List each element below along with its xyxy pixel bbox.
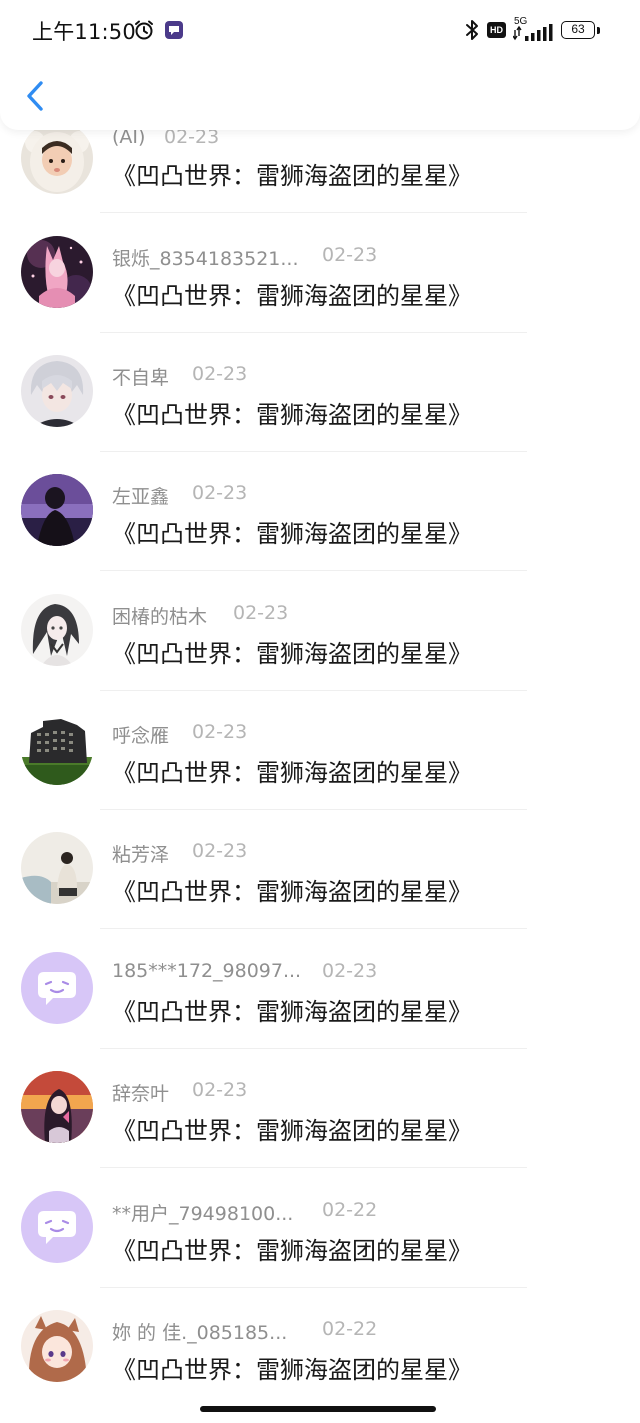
chat-bubble-face-icon (21, 1191, 93, 1263)
user-name[interactable]: **用户_79498100... (112, 1199, 293, 1226)
avatar[interactable] (21, 474, 93, 546)
work-title[interactable]: 《凹凸世界：雷狮海盗团的星星》 (112, 514, 472, 549)
avatar[interactable] (21, 713, 93, 785)
avatar[interactable] (21, 1071, 93, 1143)
alarm-clock-icon (135, 20, 153, 40)
comment-date: 02-22 (322, 1318, 378, 1340)
status-bar: 上午11:50 HD 5G 63 (0, 0, 640, 62)
bluetooth-icon (466, 20, 478, 40)
list-item[interactable]: 困椿的枯木 02-23 《凹凸世界：雷狮海盗团的星星》 (0, 584, 640, 703)
user-name[interactable]: 辞奈叶 (112, 1079, 169, 1106)
comment-date: 02-22 (322, 1199, 378, 1221)
user-name[interactable]: 不自卑 (112, 363, 169, 390)
battery-cap (597, 27, 600, 34)
user-name[interactable]: 左亚鑫 (112, 482, 169, 509)
back-chevron-icon (27, 81, 43, 111)
comment-date: 02-23 (322, 960, 378, 982)
avatar[interactable] (21, 236, 93, 308)
work-title[interactable]: 《凹凸世界：雷狮海盗团的星星》 (112, 634, 472, 669)
list-item[interactable]: 银烁_8354183521... 02-23 《凹凸世界：雷狮海盗团的星星》 (0, 226, 640, 345)
work-title[interactable]: 《凹凸世界：雷狮海盗团的星星》 (112, 1231, 472, 1266)
comment-date: 02-23 (192, 721, 248, 743)
list-item[interactable]: 左亚鑫 02-23 《凹凸世界：雷狮海盗团的星星》 (0, 464, 640, 583)
work-title[interactable]: 《凹凸世界：雷狮海盗团的星星》 (112, 276, 472, 311)
home-indicator[interactable] (200, 1406, 436, 1412)
avatar[interactable] (21, 594, 93, 666)
comment-date: 02-23 (192, 482, 248, 504)
list-item[interactable]: 妳 的 佳._085185... 02-22 《凹凸世界：雷狮海盗团的星星》 (0, 1300, 640, 1419)
work-title[interactable]: 《凹凸世界：雷狮海盗团的星星》 (112, 156, 472, 191)
divider (100, 451, 527, 452)
user-name[interactable]: 妳 的 佳._085185... (112, 1318, 287, 1345)
signal-strength-icon (513, 24, 553, 41)
comment-date: 02-23 (192, 1079, 248, 1101)
avatar[interactable] (21, 122, 93, 194)
avatar[interactable] (21, 1191, 93, 1263)
divider (100, 809, 527, 810)
battery-level: 63 (571, 22, 585, 36)
work-title[interactable]: 《凹凸世界：雷狮海盗团的星星》 (112, 395, 472, 430)
user-name[interactable]: 困椿的枯木 (112, 602, 207, 629)
avatar[interactable] (21, 1310, 93, 1382)
list-item[interactable]: 呼念雁 02-23 《凹凸世界：雷狮海盗团的星星》 (0, 703, 640, 822)
list-item[interactable]: **用户_79498100... 02-22 《凹凸世界：雷狮海盗团的星星》 (0, 1181, 640, 1300)
avatar[interactable] (21, 355, 93, 427)
hd-badge: HD (487, 22, 506, 38)
chat-bubble-face-icon (21, 952, 93, 1024)
work-title[interactable]: 《凹凸世界：雷狮海盗团的星星》 (112, 992, 472, 1027)
list-item[interactable]: 不自卑 02-23 《凹凸世界：雷狮海盗团的星星》 (0, 345, 640, 464)
avatar[interactable] (21, 832, 93, 904)
back-button[interactable] (18, 74, 52, 118)
divider (100, 212, 527, 213)
divider (100, 570, 527, 571)
user-name[interactable]: 185***172_98097... (112, 960, 301, 982)
divider (100, 1287, 527, 1288)
work-title[interactable]: 《凹凸世界：雷狮海盗团的星星》 (112, 872, 472, 907)
comment-date: 02-23 (233, 602, 289, 624)
work-title[interactable]: 《凹凸世界：雷狮海盗团的星星》 (112, 1111, 472, 1146)
list-item[interactable]: 粘芳泽 02-23 《凹凸世界：雷狮海盗团的星星》 (0, 822, 640, 941)
avatar[interactable] (21, 952, 93, 1024)
work-title[interactable]: 《凹凸世界：雷狮海盗团的星星》 (112, 753, 472, 788)
comment-date: 02-23 (322, 244, 378, 266)
user-name[interactable]: 银烁_8354183521... (112, 244, 299, 271)
user-name[interactable]: 呼念雁 (112, 721, 169, 748)
list-item[interactable]: 185***172_98097... 02-23 《凹凸世界：雷狮海盗团的星星》 (0, 942, 640, 1061)
comment-list: (AI) 02-23 《凹凸世界：雷狮海盗团的星星》 银烁_8354183521… (0, 0, 640, 1423)
work-title[interactable]: 《凹凸世界：雷狮海盗团的星星》 (112, 1350, 472, 1385)
user-name[interactable]: 粘芳泽 (112, 840, 169, 867)
divider (100, 1167, 527, 1168)
comment-date: 02-23 (192, 363, 248, 385)
battery-indicator: 63 (561, 21, 595, 39)
comment-date: 02-23 (192, 840, 248, 862)
divider (100, 928, 527, 929)
status-time: 上午11:50 (32, 20, 136, 44)
top-bar: 上午11:50 HD 5G 63 (0, 0, 640, 130)
divider (100, 332, 527, 333)
list-item[interactable]: 辞奈叶 02-23 《凹凸世界：雷狮海盗团的星星》 (0, 1061, 640, 1180)
divider (100, 1048, 527, 1049)
app-notification-icon (165, 21, 183, 39)
divider (100, 690, 527, 691)
